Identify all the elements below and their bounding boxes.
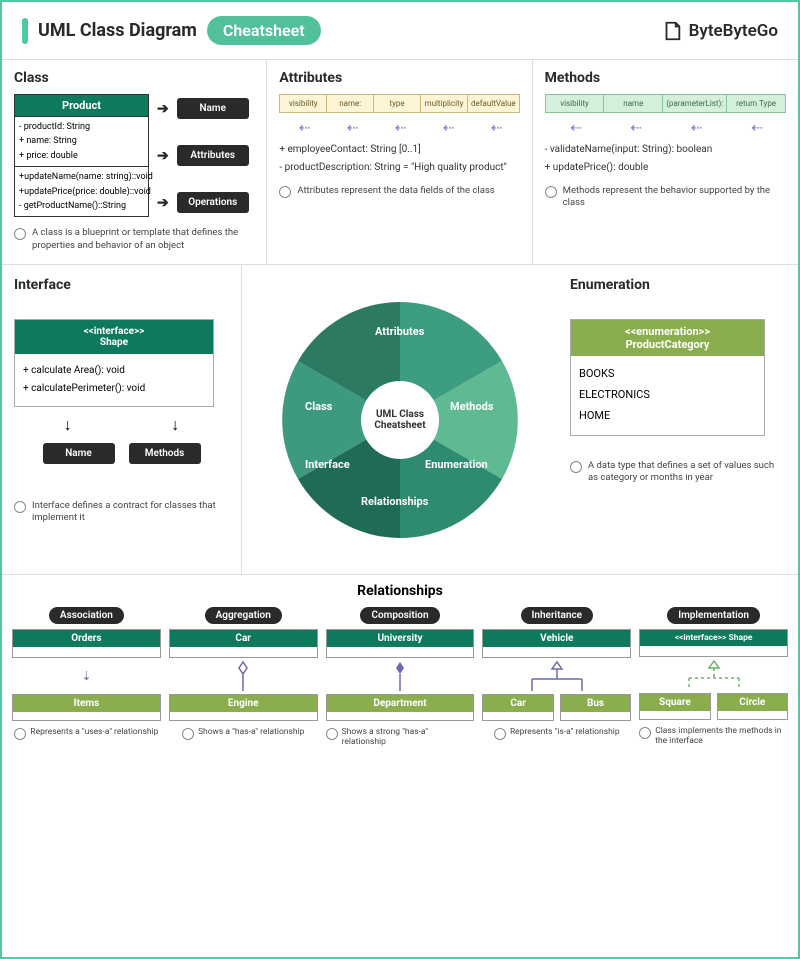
interface-panel: Interface <<interface>> Shape + calculat… bbox=[2, 265, 242, 574]
uml-class-name: Product bbox=[15, 95, 148, 116]
enum-box: <<enumeration>> ProductCategory BOOKS EL… bbox=[570, 319, 765, 436]
rel-aggregation: Aggregation Car Engine Shows a "has-a" r… bbox=[169, 607, 318, 747]
middle-row: Interface <<interface>> Shape + calculat… bbox=[2, 264, 798, 574]
bullet-icon bbox=[326, 728, 338, 740]
arrow-down-icon: ↓ bbox=[171, 415, 179, 435]
rel-tag: Inheritance bbox=[521, 607, 594, 624]
rel-note: Represents a "uses-a" relationship bbox=[14, 727, 158, 740]
arrow-right-icon: ➔ bbox=[157, 148, 169, 164]
down-arrows: ↓↓ bbox=[14, 415, 229, 435]
method-example-2: + updatePrice(): double bbox=[545, 161, 786, 175]
method-example-1: - validateName(input: String): boolean bbox=[545, 143, 786, 157]
enumeration-panel: Enumeration <<enumeration>> ProductCateg… bbox=[558, 265, 798, 574]
attributes-panel: Attributes visibility name: type multipl… bbox=[267, 60, 532, 264]
relationships-title: Relationships bbox=[12, 583, 788, 599]
slice-class: Class bbox=[305, 400, 332, 413]
dash-arrows: ⇣⇣⇣⇣⇣ bbox=[279, 117, 519, 139]
bullet-icon bbox=[14, 501, 26, 513]
interface-box: <<interface>> Shape + calculate Area(): … bbox=[14, 319, 214, 407]
methods-panel-title: Methods bbox=[545, 70, 786, 86]
slice-enumeration: Enumeration bbox=[425, 458, 488, 471]
attr-note: Attributes represent the data fields of … bbox=[279, 185, 519, 198]
bullet-icon bbox=[639, 727, 651, 739]
subtitle-pill: Cheatsheet bbox=[207, 16, 321, 45]
method-syntax-table: visibility name (parameterList): return … bbox=[545, 94, 786, 113]
interface-panel-title: Interface bbox=[14, 277, 229, 293]
rel-composition: Composition University Department Shows … bbox=[326, 607, 475, 747]
class-note: A class is a blueprint or template that … bbox=[14, 227, 254, 252]
rel-implementation: Implementation <<interface>> Shape Squar… bbox=[639, 607, 788, 747]
label-attributes: Attributes bbox=[177, 145, 249, 166]
bullet-icon bbox=[279, 186, 291, 198]
rel-inheritance: Inheritance Vehicle Car Bus Represents "… bbox=[482, 607, 631, 747]
arrow-right-icon: ➔ bbox=[157, 101, 169, 117]
uml-attrs: - productId: String + name: String + pri… bbox=[15, 116, 148, 166]
rel-note: Shows a "has-a" relationship bbox=[182, 727, 304, 740]
wheel-diagram: UML Class Cheatsheet Attributes Methods … bbox=[275, 295, 525, 545]
rel-note: Represents "is-a" relationship bbox=[494, 727, 620, 740]
class-panel: Class Product - productId: String + name… bbox=[2, 60, 267, 264]
rel-tag: Implementation bbox=[667, 607, 760, 624]
attr-example-1: + employeeContact: String [0..1] bbox=[279, 143, 519, 157]
uml-ops: +updateName(name: string)::void +updateP… bbox=[15, 166, 148, 216]
bullet-icon bbox=[14, 228, 26, 240]
rel-tag: Composition bbox=[360, 607, 439, 624]
attributes-panel-title: Attributes bbox=[279, 70, 519, 86]
rel-tag: Association bbox=[49, 607, 124, 624]
slice-methods: Methods bbox=[450, 400, 494, 413]
brand-logo: ByteByteGo bbox=[661, 20, 778, 42]
wheel-center: UML Class Cheatsheet bbox=[361, 381, 439, 459]
slice-relationships: Relationships bbox=[361, 495, 428, 508]
methods-panel: Methods visibility name (parameterList):… bbox=[533, 60, 798, 264]
implementation-arrow-icon bbox=[674, 657, 754, 693]
interface-head: <<interface>> Shape bbox=[15, 320, 213, 354]
arrow-down-icon: ↓ bbox=[64, 415, 72, 435]
bullet-icon bbox=[14, 728, 26, 740]
arrow-right-icon: ➔ bbox=[157, 195, 169, 211]
page-title: UML Class Diagram bbox=[38, 20, 197, 41]
header: UML Class Diagram Cheatsheet ByteByteGo bbox=[2, 2, 798, 59]
label-operations: Operations bbox=[177, 192, 249, 213]
rel-tag: Aggregation bbox=[205, 607, 282, 624]
rel-note: Shows a strong "has-a" relationship bbox=[326, 727, 475, 747]
inheritance-arrow-icon bbox=[517, 658, 597, 694]
brand-icon bbox=[661, 20, 683, 42]
attr-example-2: - productDescription: String = "High qua… bbox=[279, 161, 519, 175]
enum-values: BOOKS ELECTRONICS HOME bbox=[571, 356, 764, 435]
interface-methods: + calculate Area(): void + calculatePeri… bbox=[15, 354, 213, 406]
attr-syntax-table: visibility name: type multiplicity defau… bbox=[279, 94, 519, 113]
relationships-grid: Association Orders ⇣ Items Represents a … bbox=[12, 607, 788, 747]
label-name: Name bbox=[43, 443, 115, 464]
aggregation-arrow-icon bbox=[236, 658, 250, 694]
bullet-icon bbox=[182, 728, 194, 740]
bullet-icon bbox=[545, 186, 557, 198]
method-note: Methods represent the behavior supported… bbox=[545, 185, 786, 210]
bullet-icon bbox=[494, 728, 506, 740]
slice-attributes: Attributes bbox=[375, 325, 424, 338]
enum-note: A data type that defines a set of values… bbox=[570, 460, 786, 485]
brand-text: ByteByteGo bbox=[689, 21, 778, 41]
class-panel-title: Class bbox=[14, 70, 254, 86]
interface-note: Interface defines a contract for classes… bbox=[14, 500, 229, 525]
slice-interface: Interface bbox=[305, 458, 350, 471]
bullet-icon bbox=[570, 461, 582, 473]
enum-head: <<enumeration>> ProductCategory bbox=[571, 320, 764, 356]
enumeration-panel-title: Enumeration bbox=[570, 277, 786, 293]
composition-arrow-icon bbox=[393, 658, 407, 694]
association-arrow-icon: ⇣ bbox=[81, 658, 91, 694]
uml-class-box: Product - productId: String + name: Stri… bbox=[14, 94, 149, 217]
relationships-panel: Relationships Association Orders ⇣ Items… bbox=[2, 574, 798, 761]
dash-arrows: ⇣⇣⇣⇣ bbox=[545, 117, 786, 139]
rel-note: Class implements the methods in the inte… bbox=[639, 726, 788, 746]
rel-association: Association Orders ⇣ Items Represents a … bbox=[12, 607, 161, 747]
accent-bar bbox=[22, 18, 28, 44]
label-methods: Methods bbox=[129, 443, 201, 464]
wheel-panel: UML Class Cheatsheet Attributes Methods … bbox=[242, 265, 558, 574]
top-row: Class Product - productId: String + name… bbox=[2, 59, 798, 264]
label-name: Name bbox=[177, 98, 249, 119]
